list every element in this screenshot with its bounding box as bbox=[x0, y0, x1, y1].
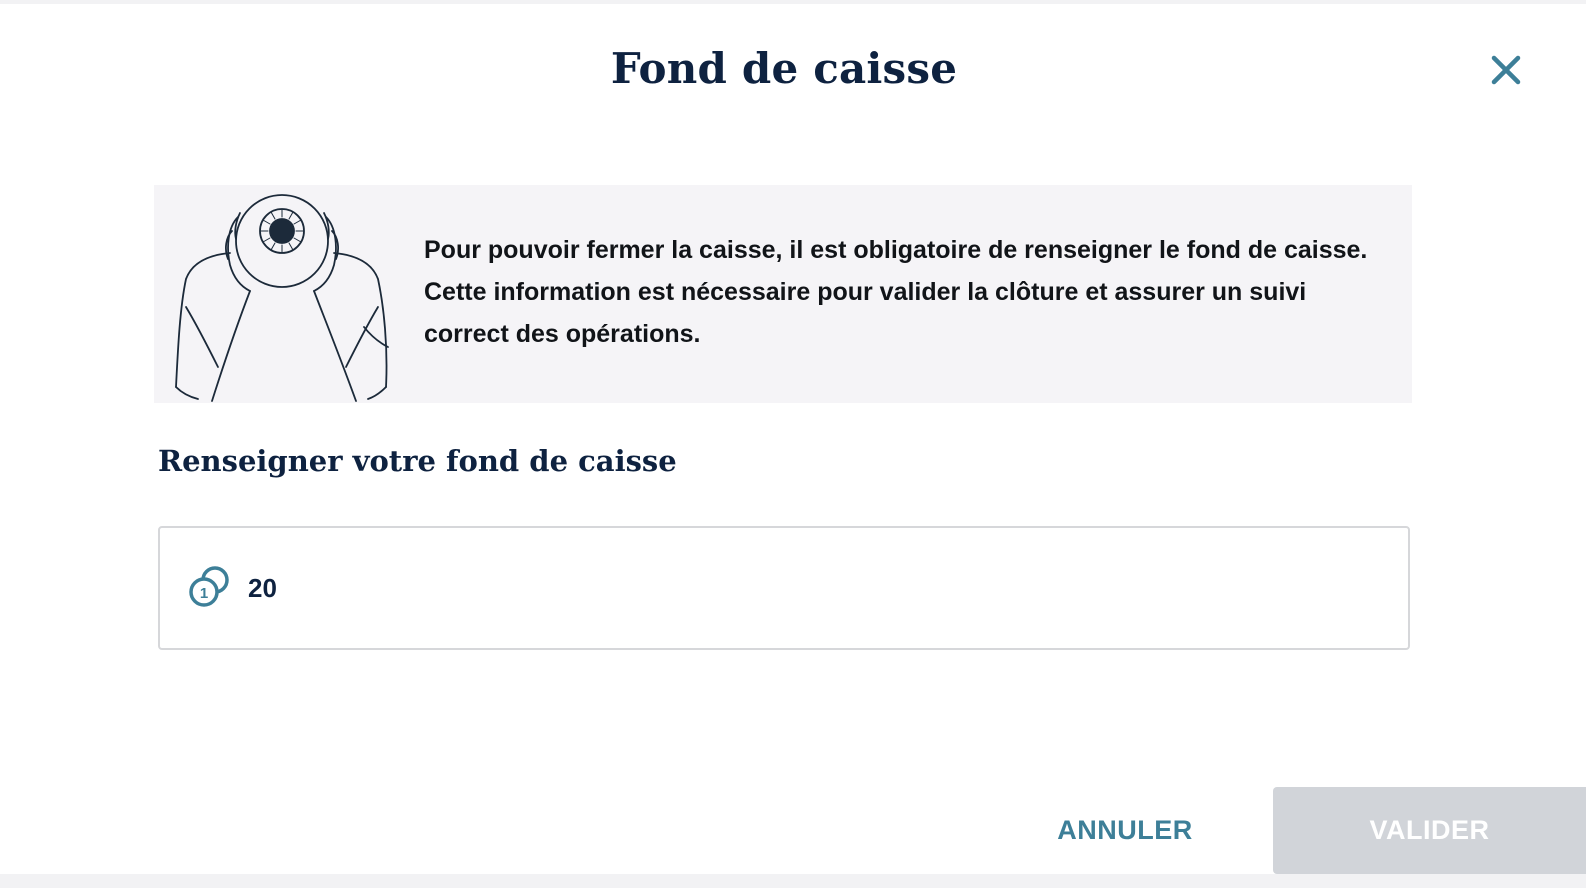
coins-icon: 1 bbox=[189, 566, 229, 607]
modal-title: Fond de caisse bbox=[610, 44, 958, 93]
cash-float-label: Renseigner votre fond de caisse bbox=[158, 444, 677, 478]
cash-float-modal: Fond de caisse Pour pouvoir fermer la ca… bbox=[0, 4, 1586, 874]
cash-float-field[interactable]: 1 bbox=[158, 526, 1410, 650]
close-icon bbox=[1491, 55, 1521, 85]
person-holding-eye-illustration bbox=[175, 194, 389, 402]
cash-float-input[interactable] bbox=[248, 568, 1348, 608]
svg-text:1: 1 bbox=[200, 585, 208, 602]
close-button[interactable] bbox=[1486, 50, 1526, 90]
cancel-button[interactable]: ANNULER bbox=[1040, 787, 1210, 873]
validate-button[interactable]: VALIDER bbox=[1273, 787, 1586, 874]
info-message: Pour pouvoir fermer la caisse, il est ob… bbox=[424, 236, 1368, 348]
info-banner: Pour pouvoir fermer la caisse, il est ob… bbox=[154, 185, 1412, 403]
